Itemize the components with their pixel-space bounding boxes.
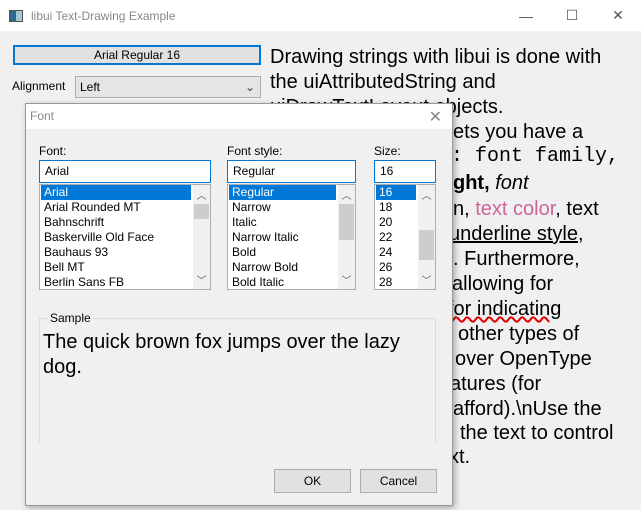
text-fragment-italic: font: [495, 172, 529, 194]
text-fragment: ,: [577, 223, 584, 245]
text-fragment: afford).\nUse the: [453, 398, 602, 420]
close-button[interactable]: ✕: [595, 0, 641, 31]
sample-label: Sample: [48, 311, 93, 325]
font-list-item[interactable]: Arial: [41, 185, 191, 200]
size-label: Size:: [374, 144, 401, 158]
alignment-select[interactable]: Left ⌄: [75, 76, 261, 98]
ok-button[interactable]: OK: [274, 469, 351, 493]
font-button[interactable]: Arial Regular 16: [13, 45, 261, 65]
font-list[interactable]: Arial Arial Rounded MT Bahnschrift Baskervi…: [39, 184, 211, 290]
text-fragment: allowing for: [452, 273, 554, 295]
style-list-item[interactable]: Narrow: [229, 200, 336, 215]
size-list-item[interactable]: 18: [376, 200, 416, 215]
size-input[interactable]: 16: [374, 160, 436, 183]
style-list[interactable]: Regular Narrow Italic Narrow Italic Bold Narr…: [227, 184, 356, 290]
text-fragment: other types of: [458, 323, 580, 345]
window-title: libui Text-Drawing Example: [31, 8, 176, 23]
cancel-button[interactable]: Cancel: [360, 469, 437, 493]
style-input[interactable]: Regular: [227, 160, 356, 183]
text-fragment: atures (for: [450, 373, 542, 395]
text-fragment-bold: ght,: [453, 172, 496, 194]
style-label: Font style:: [227, 144, 283, 158]
text-fragment-mono: : font family,: [451, 145, 620, 168]
text-line: Drawing strings with libui is done with: [270, 46, 602, 68]
text-fragment: , text: [555, 198, 599, 220]
text-line: the uiAttributedString and: [270, 71, 496, 93]
chevron-up-icon[interactable]: ︿: [193, 187, 210, 202]
chevron-down-icon: ⌄: [244, 80, 255, 94]
text-fragment-colored: text color: [475, 198, 556, 220]
text-fragment: n,: [453, 198, 476, 220]
size-list[interactable]: 16 18 20 22 24 26 28 ︿ ﹀: [374, 184, 436, 290]
size-list-item[interactable]: 26: [376, 260, 416, 275]
text-fragment-underlined: underline style: [449, 223, 578, 245]
chevron-down-icon[interactable]: ﹀: [418, 272, 435, 287]
size-list-item[interactable]: 28: [376, 275, 416, 289]
font-input[interactable]: Arial: [39, 160, 211, 183]
alignment-label: Alignment: [12, 79, 66, 93]
font-list-item[interactable]: Berlin Sans FB: [41, 275, 191, 289]
style-list-item[interactable]: Narrow Bold: [229, 260, 336, 275]
dialog-title: Font: [26, 104, 452, 129]
size-list-scrollbar[interactable]: ︿ ﹀: [418, 185, 435, 289]
text-fragment: over OpenType: [455, 348, 592, 370]
font-list-scrollbar[interactable]: ︿ ﹀: [193, 185, 210, 289]
chevron-down-icon[interactable]: ﹀: [338, 272, 355, 287]
style-list-item[interactable]: Narrow Italic: [229, 230, 336, 245]
style-list-item[interactable]: Bold Italic: [229, 275, 336, 289]
size-list-item[interactable]: 16: [376, 185, 416, 200]
dialog-close-button[interactable]: ✕: [429, 107, 442, 127]
chevron-down-icon[interactable]: ﹀: [193, 272, 210, 287]
style-list-scrollbar[interactable]: ︿ ﹀: [338, 185, 355, 289]
style-list-item[interactable]: Italic: [229, 215, 336, 230]
minimize-button[interactable]: —: [503, 0, 549, 31]
size-list-item[interactable]: 24: [376, 245, 416, 260]
chevron-up-icon[interactable]: ︿: [338, 187, 355, 202]
style-list-item[interactable]: Regular: [229, 185, 336, 200]
size-list-item[interactable]: 22: [376, 230, 416, 245]
font-list-item[interactable]: Bauhaus 93: [41, 245, 191, 260]
text-fragment: the text to control: [460, 422, 614, 444]
chevron-up-icon[interactable]: ︿: [418, 187, 435, 202]
font-dialog: Font ✕ Font: Arial Arial Arial Rounded MT…: [25, 103, 453, 506]
size-list-item[interactable]: 20: [376, 215, 416, 230]
sample-group: Sample The quick brown fox jumps over th…: [39, 311, 436, 443]
title-bar: libui Text-Drawing Example — ☐ ✕: [0, 0, 641, 31]
font-label: Font:: [39, 144, 67, 158]
font-list-item[interactable]: Baskerville Old Face: [41, 230, 191, 245]
font-list-item[interactable]: Bahnschrift: [41, 215, 191, 230]
alignment-value: Left: [80, 80, 101, 94]
text-fragment: . Furthermore,: [453, 248, 580, 270]
font-list-item[interactable]: Bell MT: [41, 260, 191, 275]
font-list-item[interactable]: Arial Rounded MT: [41, 200, 191, 215]
text-fragment-squiggle: for indicating: [448, 298, 562, 320]
sample-text: The quick brown fox jumps over the lazy …: [43, 331, 400, 378]
text-fragment: ets you have a: [453, 121, 584, 143]
app-icon: [9, 9, 23, 22]
maximize-button[interactable]: ☐: [549, 0, 595, 31]
style-list-item[interactable]: Bold: [229, 245, 336, 260]
